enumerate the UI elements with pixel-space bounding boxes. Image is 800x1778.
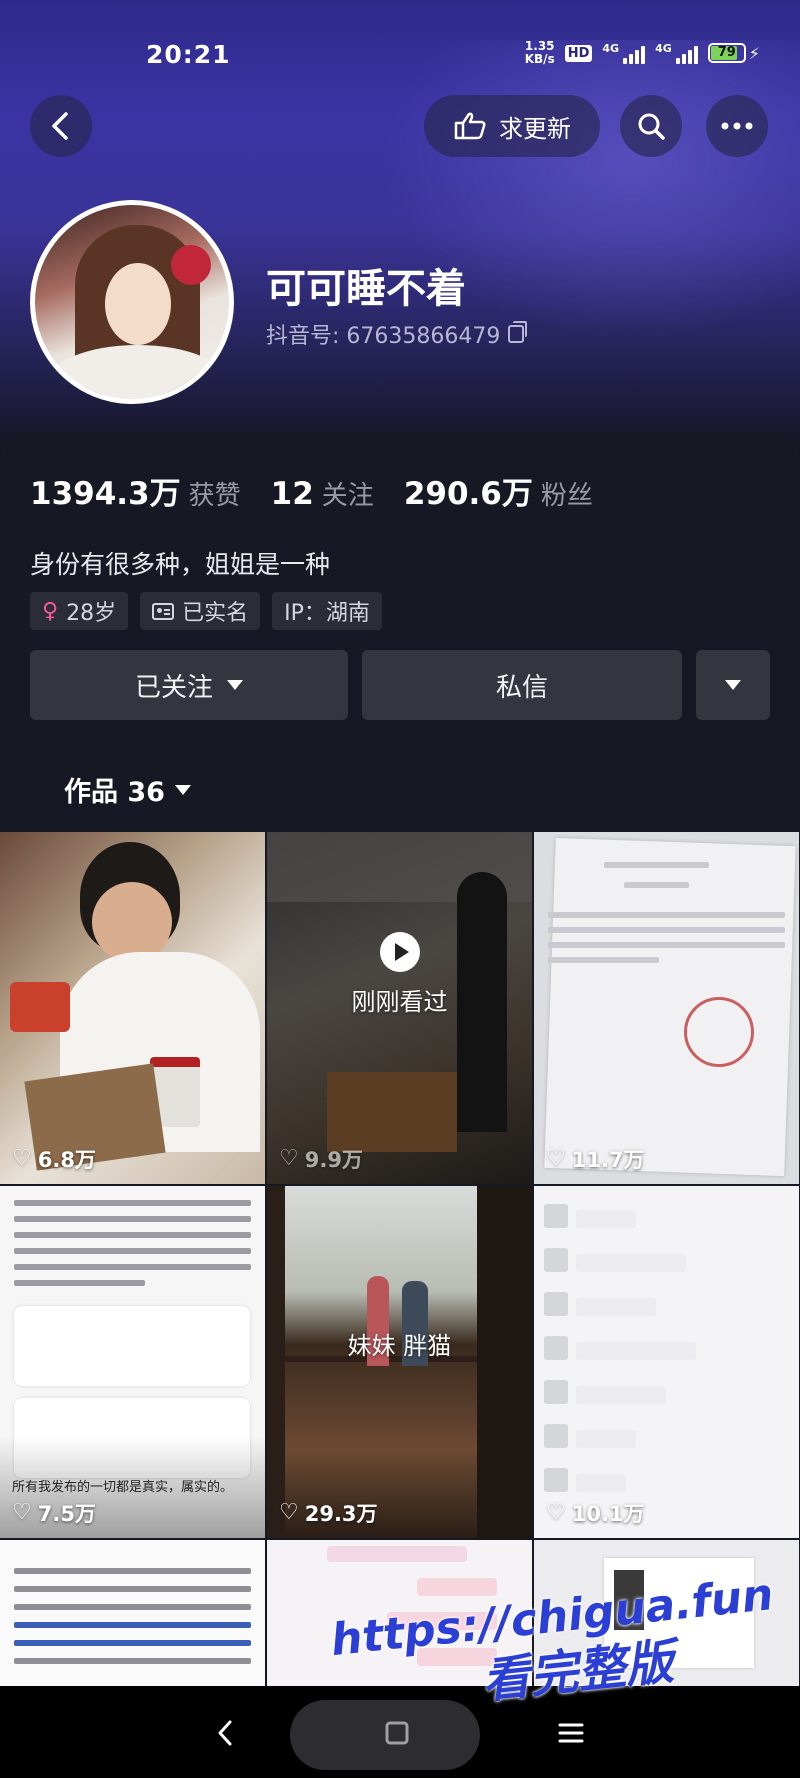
douyin-id[interactable]: 抖音号: 67635866479 [266,318,528,350]
avatar[interactable] [30,200,234,404]
verified-tag: 已实名 [140,592,261,630]
profile-nickname: 可可睡不着 [266,266,466,312]
hd-voice-icon: HD [564,44,593,62]
video-thumbnail[interactable]: 刚刚看过 ♡ 9.9万 [267,832,532,1184]
nav-menu-button[interactable] [546,1708,596,1758]
status-indicators: 1.35 KB/s HD 4G 4G 79 ⚡ [525,40,760,66]
heart-icon: ♡ [12,1146,32,1171]
video-like-count: ♡ 9.9万 [279,1146,363,1173]
request-update-label: 求更新 [499,114,571,143]
video-thumbnail[interactable]: ♡ 10.1万 [534,1186,799,1538]
chevron-left-icon [218,1720,232,1746]
followed-button[interactable]: 已关注 [30,650,348,720]
profile-tags: ♀ 28岁 已实名 IP：湖南 [30,592,382,630]
video-thumbnail[interactable]: 所有我发布的一切都是真实，属实的。 ♡ 7.5万 [0,1186,265,1538]
message-label: 私信 [495,672,548,703]
search-button[interactable] [620,95,682,157]
search-icon [638,113,665,140]
video-thumbnail[interactable]: ♡ 11.7万 [534,832,799,1184]
heart-icon: ♡ [546,1500,566,1525]
recommend-dropdown-button[interactable] [696,650,770,720]
signal-2-icon: 4G [655,42,698,64]
message-button[interactable]: 私信 [362,650,682,720]
request-update-button[interactable]: 求更新 [424,95,600,157]
caret-down-icon [174,784,191,795]
charging-icon: ⚡ [748,43,760,63]
more-button[interactable] [706,95,768,157]
stat-likes[interactable]: 1394.3万 获赞 [30,468,241,513]
chevron-left-icon [52,112,68,140]
pointing-hand-icon [454,112,486,140]
tab-works[interactable]: 作品 36 [64,770,191,809]
status-time: 20:21 [146,40,231,69]
play-icon [380,932,420,972]
video-caption: 所有我发布的一切都是真实，属实的。 [12,1480,234,1495]
heart-icon: ♡ [279,1500,299,1525]
video-thumbnail[interactable]: 妹妹 胖猫 ♡ 29.3万 [267,1186,532,1538]
copy-icon[interactable] [508,321,528,343]
more-dots-icon [721,122,753,130]
profile-bio: 身份有很多种，姐姐是一种 [30,550,331,579]
caret-down-icon [725,680,741,690]
video-like-count: ♡ 29.3万 [279,1500,378,1527]
id-card-icon [152,602,175,620]
douyin-id-text: 抖音号: 67635866479 [266,324,501,349]
caret-down-icon [227,680,243,690]
video-thumbnail[interactable]: ♡ 6.8万 [0,832,265,1184]
age-tag: ♀ 28岁 [30,592,129,630]
nav-back-button[interactable] [200,1708,250,1758]
battery-icon: 79 ⚡ [707,43,760,63]
recently-watched-label: 刚刚看过 [351,988,448,1016]
heart-icon: ♡ [12,1500,32,1525]
female-icon: ♀ [42,598,59,624]
video-like-count: ♡ 7.5万 [12,1500,96,1527]
ip-location-tag: IP：湖南 [272,592,382,630]
stat-following[interactable]: 12 关注 [271,475,374,512]
signal-1-icon: 4G [602,42,646,64]
status-bar: 20:21 1.35 KB/s HD 4G 4G 79 ⚡ [0,30,800,80]
back-button[interactable] [30,95,92,157]
stat-followers[interactable]: 290.6万 粉丝 [404,468,593,513]
battery-level: 79 [717,45,736,60]
video-like-count: ♡ 10.1万 [546,1500,645,1527]
video-like-count: ♡ 6.8万 [12,1146,96,1173]
heart-icon: ♡ [279,1146,299,1171]
heart-icon: ♡ [546,1146,566,1171]
profile-stats: 1394.3万 获赞 12 关注 290.6万 粉丝 [30,468,593,513]
video-overlay-caption: 妹妹 胖猫 [347,1332,452,1360]
menu-icon [558,1723,584,1743]
video-like-count: ♡ 11.7万 [546,1146,645,1173]
video-thumbnail[interactable] [0,1540,265,1688]
network-speed: 1.35 KB/s [524,39,555,66]
tab-works-label: 作品 36 [64,777,165,808]
followed-label: 已关注 [134,672,213,703]
